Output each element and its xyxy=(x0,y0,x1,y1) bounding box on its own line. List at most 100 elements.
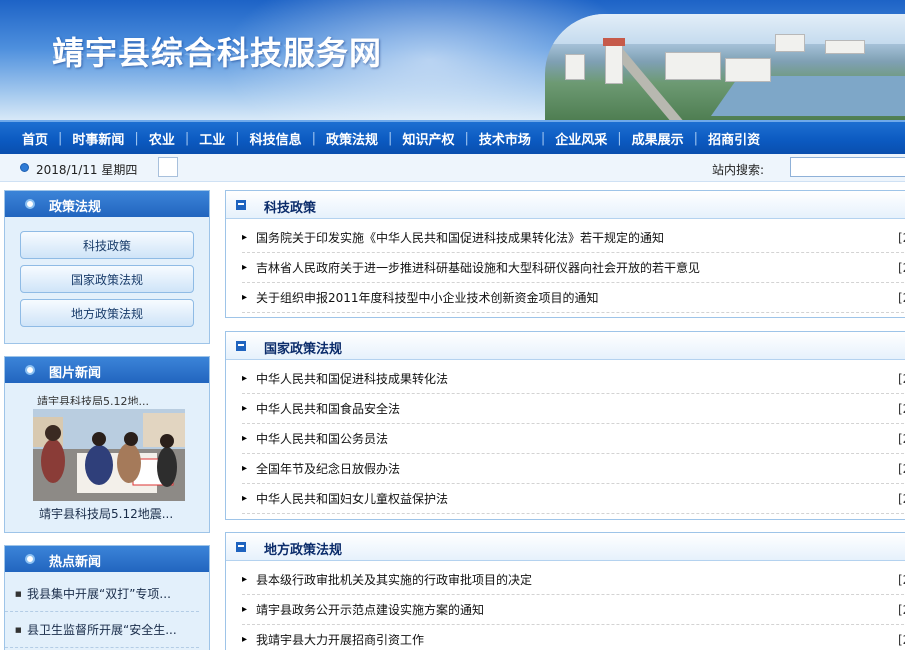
list-item[interactable]: 中华人民共和国促进科技成果转化法 [2 xyxy=(242,364,905,394)
nav-item[interactable]: 工业 xyxy=(199,129,225,148)
panel-title[interactable]: 科技政策 xyxy=(264,197,316,216)
hot-news-item[interactable]: 县卫生监督所开展“安全生... xyxy=(5,612,199,648)
list-item-title[interactable]: 中华人民共和国妇女儿童权益保护法 xyxy=(256,484,448,514)
list-item-date: [2 xyxy=(898,633,905,647)
photo-building xyxy=(565,54,585,80)
nav-separator: | xyxy=(311,130,317,146)
circle-icon xyxy=(25,199,35,209)
list-item-title[interactable]: 靖宇县政务公开示范点建设实施方案的通知 xyxy=(256,595,484,625)
sidebar-photo-news-title: 图片新闻 xyxy=(49,366,102,381)
sidebar-photo-news-header: 图片新闻 xyxy=(5,357,209,383)
list-item-title[interactable]: 关于组织申报2011年度科技型中小企业技术创新资金项目的通知 xyxy=(256,283,599,313)
panel-title[interactable]: 地方政策法规 xyxy=(264,539,342,558)
panel-national-policy-header: 国家政策法规 xyxy=(226,332,905,360)
list-item[interactable]: 县本级行政审批机关及其实施的行政审批项目的决定 [2 xyxy=(242,565,905,595)
list-item-title[interactable]: 我靖宇县大力开展招商引资工作 xyxy=(256,625,424,650)
nav-item[interactable]: 农业 xyxy=(149,129,175,148)
photo-roof xyxy=(603,38,625,46)
list-item[interactable]: 我靖宇县大力开展招商引资工作 [2 xyxy=(242,625,905,650)
nav-item[interactable]: 首页 xyxy=(22,129,48,148)
nav-list: 首页 | 时事新闻 | 农业 | 工业 | 科技信息 | 政策法规 | 知识产权 | 技术市场 | 企业风采 | 成… xyxy=(0,122,905,154)
nav-separator: | xyxy=(235,130,240,146)
nav-item[interactable]: 政策法规 xyxy=(326,129,378,148)
photo-river xyxy=(710,76,905,116)
nav-item[interactable]: 知识产权 xyxy=(402,129,454,148)
bullet-icon xyxy=(20,163,29,172)
list-item-date: [2 xyxy=(898,231,905,245)
weather-icon xyxy=(158,157,178,177)
nav-item[interactable]: 企业风采 xyxy=(555,129,607,148)
panel-title[interactable]: 国家政策法规 xyxy=(264,338,342,357)
panel-local-policy-header: 地方政策法规 xyxy=(226,533,905,561)
nav-separator: | xyxy=(693,130,699,146)
hot-news-item[interactable]: 我县集中开展“双打”专项... xyxy=(5,576,199,612)
sidebar-hot-news-header: 热点新闻 xyxy=(5,546,209,572)
list-item[interactable]: 中华人民共和国食品安全法 [2 xyxy=(242,394,905,424)
list-item[interactable]: 关于组织申报2011年度科技型中小企业技术创新资金项目的通知 [2 xyxy=(242,283,905,313)
sidebar-hot-news-box: 热点新闻 我县集中开展“双打”专项... 县卫生监督所开展“安全生... xyxy=(4,545,210,650)
sidebar-policy-header: 政策法规 xyxy=(5,191,209,217)
nav-separator: | xyxy=(184,130,190,146)
list-item-title[interactable]: 全国年节及纪念日放假办法 xyxy=(256,454,400,484)
site-title-reflection: 靖宇县综合科技服务网 xyxy=(52,41,383,63)
photo-building xyxy=(725,58,771,82)
news-photo-illustration xyxy=(33,409,185,501)
banner-town-photo xyxy=(545,14,905,120)
list-item-date: [2 xyxy=(898,603,905,617)
sidebar-policy-box: 政策法规 科技政策 国家政策法规 地方政策法规 xyxy=(4,190,210,344)
list-item-title[interactable]: 县本级行政审批机关及其实施的行政审批项目的决定 xyxy=(256,565,532,595)
section-icon xyxy=(236,542,246,552)
list-item-date: [2 xyxy=(898,291,905,305)
list-item-title[interactable]: 中华人民共和国公务员法 xyxy=(256,424,388,454)
list-item[interactable]: 国务院关于印发实施《中华人民共和国促进科技成果转化法》若干规定的通知 [2 xyxy=(242,223,905,253)
list-item[interactable]: 全国年节及纪念日放假办法 [2 xyxy=(242,454,905,484)
list-item-title[interactable]: 中华人民共和国促进科技成果转化法 xyxy=(256,364,448,394)
list-item-title[interactable]: 中华人民共和国食品安全法 xyxy=(256,394,400,424)
nav-item[interactable]: 招商引资 xyxy=(708,129,760,148)
nav-separator: | xyxy=(464,130,469,146)
nav-item[interactable]: 科技信息 xyxy=(250,129,302,148)
photo-building xyxy=(665,52,721,80)
list-item[interactable]: 靖宇县政务公开示范点建设实施方案的通知 [2 xyxy=(242,595,905,625)
photo-building xyxy=(825,40,865,54)
nav-separator: | xyxy=(617,130,622,146)
panel-national-policy: 国家政策法规 中华人民共和国促进科技成果转化法 [2 中华人民共和国食品安全法 [2… xyxy=(225,331,905,520)
list-item-date: [2 xyxy=(898,372,905,386)
main-nav: 首页 | 时事新闻 | 农业 | 工业 | 科技信息 | 政策法规 | 知识产权 | 技术市场 | 企业风采 | 成… xyxy=(0,120,905,154)
news-photo[interactable] xyxy=(33,409,185,501)
list-item-date: [2 xyxy=(898,492,905,506)
list-item[interactable]: 中华人民共和国公务员法 [2 xyxy=(242,424,905,454)
nav-separator: | xyxy=(540,130,546,146)
sidebar-item-tech-policy[interactable]: 科技政策 xyxy=(20,231,194,259)
panel-tech-policy-header: 科技政策 xyxy=(226,191,905,219)
photo-news-caption[interactable]: 靖宇县科技局5.12地震... xyxy=(39,505,173,522)
list-item[interactable]: 吉林省人民政府关于进一步推进科研基础设施和大型科研仪器向社会开放的若干意见 [2 xyxy=(242,253,905,283)
photo-building xyxy=(775,34,805,52)
nav-separator: | xyxy=(134,130,139,146)
section-icon xyxy=(236,341,246,351)
section-icon xyxy=(236,200,246,210)
photo-strip-text: 靖宇县科技局5.12地... xyxy=(37,395,149,405)
list-item-date: [2 xyxy=(898,432,905,446)
sidebar-item-national-policy[interactable]: 国家政策法规 xyxy=(20,265,194,293)
panel-local-policy: 地方政策法规 县本级行政审批机关及其实施的行政审批项目的决定 [2 靖宇县政务公开… xyxy=(225,532,905,650)
sidebar-hot-news-title: 热点新闻 xyxy=(49,555,102,570)
nav-item[interactable]: 技术市场 xyxy=(479,129,531,148)
list-item-date: [2 xyxy=(898,573,905,587)
nav-separator: | xyxy=(388,130,393,146)
list-item-title[interactable]: 国务院关于印发实施《中华人民共和国促进科技成果转化法》若干规定的通知 xyxy=(256,223,664,253)
list-item-title[interactable]: 吉林省人民政府关于进一步推进科研基础设施和大型科研仪器向社会开放的若干意见 xyxy=(256,253,700,283)
nav-item[interactable]: 时事新闻 xyxy=(72,129,124,148)
nav-separator: | xyxy=(58,130,63,146)
list-item[interactable]: 中华人民共和国妇女儿童权益保护法 [2 xyxy=(242,484,905,514)
date-bar: 2018/1/11 星期四 站内搜索: xyxy=(0,154,905,182)
list-item-date: [2 xyxy=(898,462,905,476)
list-item-date: [2 xyxy=(898,402,905,416)
site-search-input[interactable] xyxy=(790,157,905,177)
sidebar-photo-news-box: 图片新闻 靖宇县科技局5.12地... 靖宇县科技局5.12地震... xyxy=(4,356,210,533)
circle-icon xyxy=(25,554,35,564)
nav-item[interactable]: 成果展示 xyxy=(632,129,684,148)
panel-tech-policy: 科技政策 国务院关于印发实施《中华人民共和国促进科技成果转化法》若干规定的通知 [… xyxy=(225,190,905,318)
search-label: 站内搜索: xyxy=(712,163,765,177)
sidebar-item-local-policy[interactable]: 地方政策法规 xyxy=(20,299,194,327)
